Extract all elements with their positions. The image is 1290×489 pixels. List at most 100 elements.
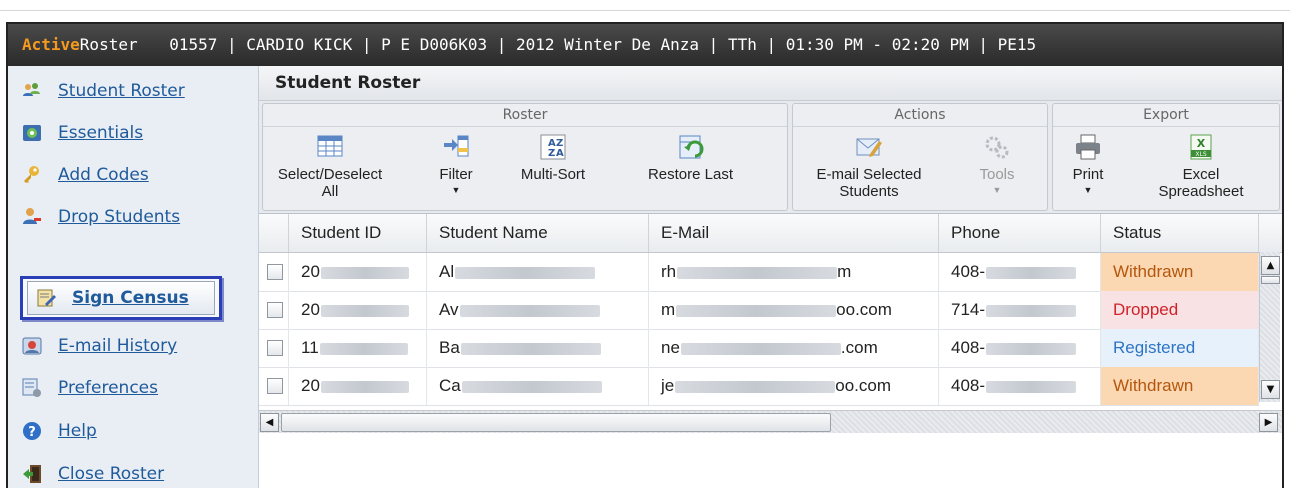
row-checkbox-cell [259, 291, 289, 329]
email-history-icon [22, 336, 42, 356]
row-checkbox[interactable] [267, 378, 283, 394]
sort-az-icon: AZZA [540, 134, 566, 160]
row-checkbox[interactable] [267, 302, 283, 318]
essentials-icon [22, 123, 42, 143]
scroll-left-arrow-icon[interactable]: ◀ [260, 413, 279, 432]
sidebar-item-label: Add Codes [58, 165, 149, 185]
print-button[interactable]: Print ▼ [1061, 134, 1115, 195]
svg-text:Z: Z [548, 148, 555, 159]
restore-last-button[interactable]: Restore Last [633, 134, 748, 183]
scroll-thumb[interactable] [1261, 276, 1280, 284]
preferences-icon [22, 378, 42, 398]
row-checkbox-cell [259, 329, 289, 367]
sidebar-item-sign-census[interactable]: Sign Census [20, 276, 222, 320]
scroll-right-arrow-icon[interactable]: ▶ [1259, 413, 1278, 432]
filter-icon [443, 134, 469, 160]
drop-user-icon [22, 207, 42, 227]
phone-cell: 714- [939, 291, 1101, 329]
sidebar-item-label: Preferences [58, 378, 158, 398]
filter-button[interactable]: Filter ▼ [431, 134, 481, 195]
panel-title: Student Roster [259, 66, 1282, 101]
email-label-line1: E-mail Selected [816, 166, 922, 183]
horizontal-scrollbar[interactable]: ◀ ▶ [259, 410, 1282, 433]
email-cell: rh m [649, 253, 939, 291]
main-panel: Student Roster Roster Select/Deselect Al… [259, 66, 1282, 488]
course-info: 01557 | CARDIO KICK | P E D006K03 | 2012… [169, 35, 1037, 54]
status-cell: Dropped [1101, 291, 1259, 329]
header-student-id[interactable]: Student ID [289, 214, 427, 252]
header-email[interactable]: E-Mail [649, 214, 939, 252]
svg-text:XLS: XLS [1195, 151, 1206, 158]
excel-label-line1: Excel [1182, 166, 1220, 183]
header-student-name[interactable]: Student Name [427, 214, 649, 252]
sidebar-item-preferences[interactable]: Preferences [22, 373, 158, 403]
key-icon [22, 165, 42, 185]
exit-door-icon [22, 464, 42, 484]
print-label: Print [1072, 166, 1104, 183]
group-title-roster: Roster [263, 104, 787, 127]
student-id-cell: 20 [289, 367, 427, 405]
excel-label-line2: Spreadsheet [1158, 183, 1244, 200]
brand-roster: Roster [79, 35, 138, 54]
email-selected-students-button[interactable]: E-mail Selected Students [799, 134, 939, 200]
sidebar-item-email-history[interactable]: E-mail History [22, 331, 177, 361]
roster-grid: Student ID Student Name E-Mail Phone Sta… [259, 214, 1282, 488]
select-deselect-all-button[interactable]: Select/Deselect All [275, 134, 385, 200]
toolbar: Roster Select/Deselect All Filter ▼ A Z … [259, 101, 1282, 214]
table-row[interactable]: 20 Al rh m 408- Withdrawn [259, 253, 1259, 292]
filter-label: Filter [439, 166, 473, 183]
sidebar-item-add-codes[interactable]: Add Codes [22, 160, 149, 190]
sidebar-item-drop-students[interactable]: Drop Students [22, 202, 180, 232]
status-cell: Withdrawn [1101, 253, 1259, 291]
status-cell: Withdrawn [1101, 367, 1259, 405]
student-id-cell: 11 [289, 329, 427, 367]
table-row[interactable]: 20 Ca je oo.com 408- Withdrawn [259, 367, 1259, 406]
horizontal-scroll-thumb[interactable] [281, 413, 831, 432]
scroll-down-arrow-icon[interactable]: ▼ [1261, 380, 1280, 399]
sidebar-item-label: Sign Census [72, 288, 189, 308]
row-checkbox[interactable] [267, 264, 283, 280]
tools-label: Tools [979, 166, 1015, 183]
select-label-line2: All [321, 183, 339, 200]
phone-cell: 408- [939, 253, 1101, 291]
students-icon [22, 81, 42, 101]
restore-icon [678, 134, 704, 160]
select-label-line1: Select/Deselect [277, 166, 383, 183]
help-icon: ? [22, 421, 42, 441]
tools-dropdown-caret: ▼ [992, 185, 1002, 195]
student-name-cell: Ca [427, 367, 649, 405]
row-checkbox-cell [259, 367, 289, 405]
email-cell: m oo.com [649, 291, 939, 329]
svg-text:X: X [1197, 137, 1206, 150]
table-row[interactable]: 11 Ba ne .com 408- Registered [259, 329, 1259, 368]
email-cell: ne .com [649, 329, 939, 367]
email-cell: je oo.com [649, 367, 939, 405]
email-compose-icon [856, 134, 882, 160]
brand-active: Active [22, 35, 80, 54]
sidebar-item-student-roster[interactable]: Student Roster [22, 76, 185, 106]
header-status[interactable]: Status [1101, 214, 1259, 252]
top-strip [0, 0, 1290, 11]
toolbar-group-roster: Roster Select/Deselect All Filter ▼ A Z … [262, 103, 788, 211]
gears-icon [984, 134, 1010, 160]
sidebar-item-essentials[interactable]: Essentials [22, 118, 143, 148]
excel-spreadsheet-button[interactable]: X XLS Excel Spreadsheet [1141, 134, 1261, 200]
tools-button[interactable]: Tools ▼ [965, 134, 1029, 195]
sidebar-item-close-roster[interactable]: Close Roster [22, 459, 164, 489]
vertical-scrollbar[interactable]: ▲ ▼ [1259, 252, 1280, 402]
status-cell: Registered [1101, 329, 1259, 367]
print-dropdown-caret: ▼ [1083, 185, 1093, 195]
toolbar-group-export: Export Print ▼ X XLS Excel Spreadsheet [1052, 103, 1280, 211]
filter-dropdown-caret: ▼ [451, 185, 461, 195]
multi-sort-button[interactable]: AZZA Multi-Sort [513, 134, 593, 183]
excel-xls-icon: X XLS [1188, 134, 1214, 160]
sidebar-item-label: Help [58, 421, 97, 441]
printer-icon [1075, 134, 1101, 160]
email-label-line2: Students [839, 183, 899, 200]
table-row[interactable]: 20 Av m oo.com 714- Dropped [259, 291, 1259, 330]
student-name-cell: Al [427, 253, 649, 291]
sidebar-item-help[interactable]: ? Help [22, 416, 97, 446]
row-checkbox[interactable] [267, 340, 283, 356]
header-phone[interactable]: Phone [939, 214, 1101, 252]
scroll-up-arrow-icon[interactable]: ▲ [1261, 256, 1280, 275]
